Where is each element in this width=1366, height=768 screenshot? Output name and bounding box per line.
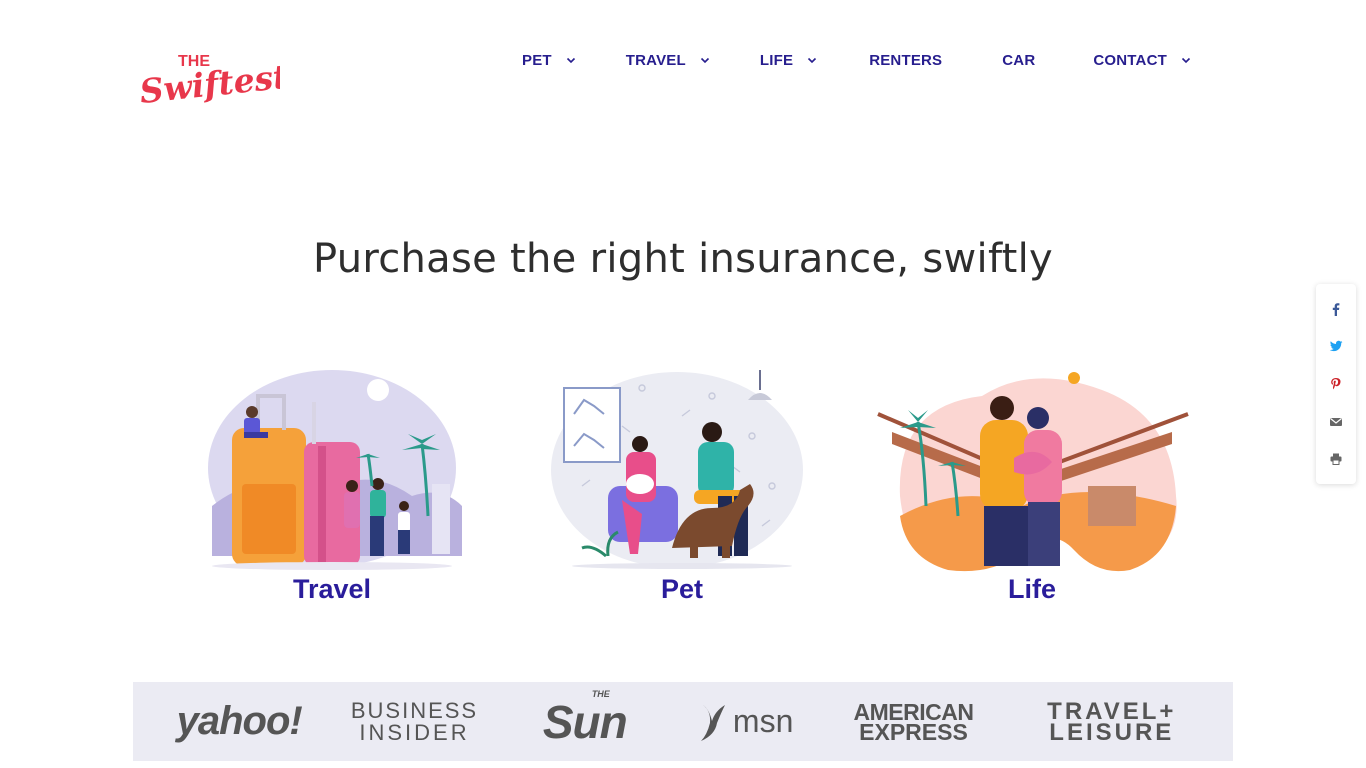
nav-item-car[interactable]: CAR: [1002, 52, 1035, 69]
nav-item-life[interactable]: LIFE: [760, 52, 817, 69]
pinterest-share-button[interactable]: [1323, 371, 1349, 397]
travel-illustration: [172, 366, 492, 576]
card-label: Life: [1007, 574, 1056, 604]
card-travel[interactable]: Travel: [172, 366, 492, 606]
pinterest-icon: [1331, 377, 1341, 390]
msn-logo: msn: [690, 701, 800, 743]
travel-leisure-logo: TRAVEL+ LEISURE: [1047, 697, 1177, 746]
chevron-down-icon: [700, 55, 710, 65]
life-illustration: [872, 366, 1192, 576]
business-insider-logo: BUSINESS INSIDER: [350, 697, 479, 745]
chevron-down-icon: [566, 55, 576, 65]
card-label: Pet: [660, 574, 704, 604]
nav-item-label: PET: [522, 51, 552, 69]
press-logos-band: yahoo! BUSINESS INSIDER THE Sun msn AMER…: [133, 682, 1233, 761]
nav-item-pet[interactable]: PET: [522, 52, 576, 69]
page-headline: Purchase the right insurance, swiftly: [312, 236, 1054, 282]
facebook-icon: [1332, 302, 1340, 316]
yahoo-logo: yahoo!: [176, 699, 303, 743]
nav-item-label: RENTERS: [869, 51, 943, 69]
card-life[interactable]: Life: [872, 366, 1192, 606]
pet-illustration: [522, 366, 842, 576]
nav-item-travel[interactable]: TRAVEL: [626, 52, 710, 69]
main-nav: PET TRAVEL LIFE RENTERS CAR CONTACT: [522, 50, 1191, 70]
chevron-down-icon: [807, 55, 817, 65]
social-share-bar: [1316, 284, 1356, 484]
nav-item-label: CONTACT: [1093, 51, 1167, 69]
twitter-icon: [1329, 341, 1343, 352]
nav-item-contact[interactable]: CONTACT: [1093, 52, 1191, 69]
print-button[interactable]: [1323, 446, 1349, 472]
logo-swiftest-text: Swiftest: [138, 57, 280, 111]
nav-item-renters[interactable]: RENTERS: [869, 52, 942, 69]
site-logo[interactable]: THE Swiftest: [138, 50, 280, 112]
american-express-logo: AMERICAN EXPRESS: [853, 698, 974, 745]
twitter-share-button[interactable]: [1323, 333, 1349, 359]
email-icon: [1330, 417, 1342, 426]
chevron-down-icon: [1181, 55, 1191, 65]
card-pet[interactable]: Pet: [522, 366, 842, 606]
nav-item-label: LIFE: [759, 51, 794, 69]
nav-item-label: CAR: [1002, 51, 1036, 69]
card-label: Travel: [292, 574, 372, 604]
email-share-button[interactable]: [1323, 409, 1349, 435]
print-icon: [1330, 453, 1342, 466]
msn-butterfly-icon: [700, 704, 725, 741]
facebook-share-button[interactable]: [1323, 296, 1349, 322]
the-sun-logo: THE Sun: [542, 688, 628, 748]
nav-item-label: TRAVEL: [625, 51, 686, 69]
